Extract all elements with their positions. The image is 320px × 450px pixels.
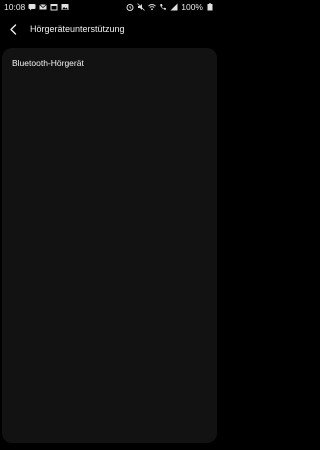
status-left: 10:08 [4, 2, 69, 12]
status-right: 100% [126, 2, 214, 12]
signal-icon [170, 3, 178, 11]
alarm-icon [126, 3, 134, 11]
list-item-label: Bluetooth-Hörgerät [12, 58, 84, 68]
image-icon [61, 3, 69, 11]
mute-icon [137, 3, 146, 11]
settings-card: Bluetooth-Hörgerät [2, 48, 217, 443]
status-bar: 10:08 100% [0, 0, 219, 14]
status-time: 10:08 [4, 2, 26, 12]
mail-icon [39, 3, 48, 11]
header: Hörgeräteunterstützung [0, 18, 219, 40]
message-icon [28, 3, 36, 11]
battery-icon [206, 3, 214, 11]
battery-percentage: 100% [181, 2, 203, 12]
page-title: Hörgeräteunterstützung [30, 24, 125, 34]
wifi-icon [148, 3, 157, 11]
call-icon [159, 3, 167, 11]
back-button[interactable] [0, 18, 26, 40]
chevron-left-icon [9, 23, 16, 35]
calendar-icon [50, 3, 58, 11]
list-item-bluetooth-hearing-aid[interactable]: Bluetooth-Hörgerät [2, 48, 217, 78]
